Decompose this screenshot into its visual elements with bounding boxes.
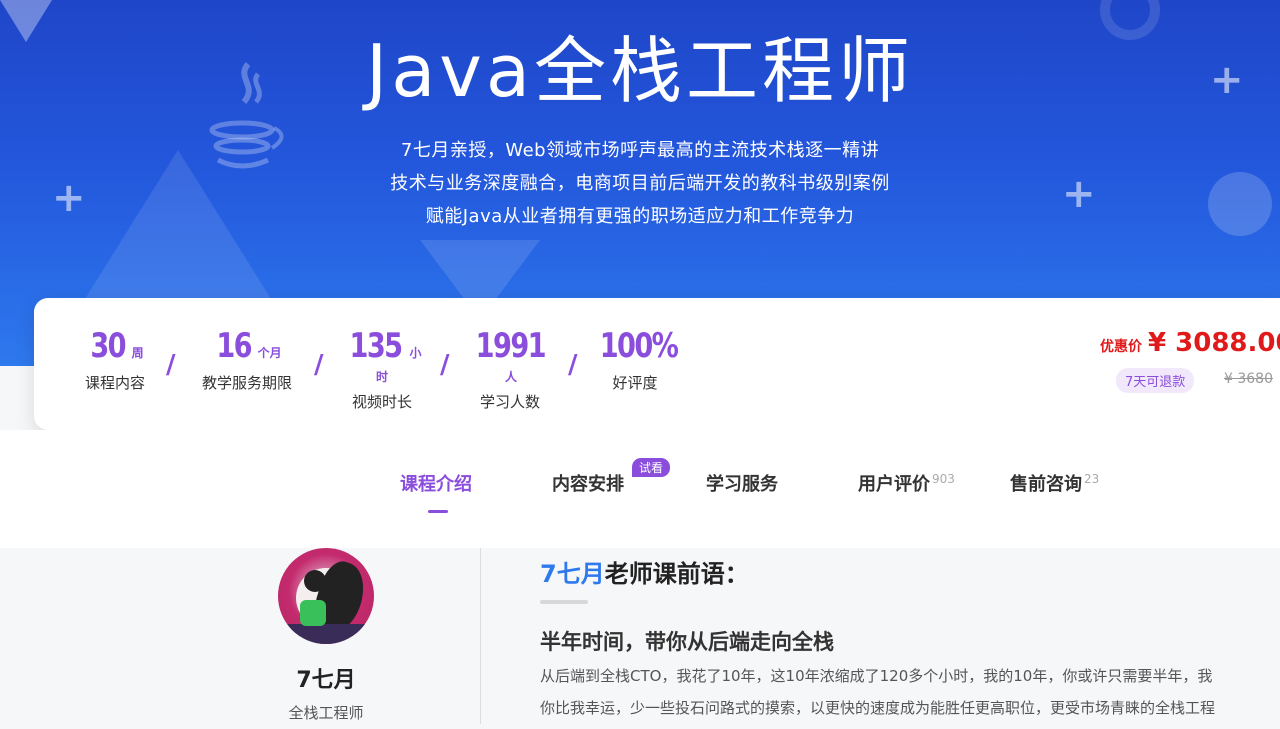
stat-label: 课程内容 — [84, 374, 145, 392]
tab-course-intro[interactable]: 课程介绍 — [400, 470, 472, 496]
stat-label: 学习人数 — [479, 393, 540, 411]
stat-value: 100% — [599, 326, 679, 366]
stat-separator: / — [440, 350, 450, 380]
preface-teacher-name: 7七月 — [540, 560, 605, 588]
consult-count: 23 — [1084, 472, 1100, 486]
tab-label: 售前咨询 — [1010, 474, 1082, 495]
course-intro-content: 7七月 全栈工程师 7七月老师课前语： 半年时间，带你从后端走向全栈 从后端到全… — [0, 548, 1280, 729]
preface-title-text: 老师课前语： — [604, 560, 749, 588]
stat-value: 1991 — [475, 326, 546, 366]
preface-title: 7七月老师课前语： — [540, 554, 749, 589]
stat-value: 30 — [90, 326, 127, 366]
current-price: ¥ 3088.00 — [1148, 328, 1280, 358]
refund-badge: 7天可退款 — [1116, 368, 1195, 393]
stat-separator: / — [568, 350, 578, 380]
section-heading: 半年时间，带你从后端走向全栈 — [540, 630, 834, 654]
title-underline — [540, 600, 588, 604]
stat-value: 135 — [348, 326, 403, 366]
stat-label: 教学服务期限 — [201, 374, 292, 392]
preface-paragraph: 从后端到全栈CTO，我花了10年，这10年浓缩成了120多个小时，我的10年，你… — [540, 660, 1280, 724]
teacher-name: 7七月 — [296, 668, 356, 693]
stat-separator: / — [166, 350, 176, 380]
stat-unit: 周 — [131, 346, 144, 360]
tab-label: 内容安排 — [552, 474, 624, 495]
price-label: 优惠价 — [1100, 339, 1142, 355]
stat-weeks: 30 周 课程内容 — [80, 326, 150, 393]
divider — [480, 548, 481, 724]
stat-rating: 100% 好评度 — [590, 326, 680, 393]
review-count: 903 — [932, 472, 955, 486]
active-tab-indicator — [428, 510, 448, 513]
description-line: 7七月亲授，Web领域市场呼声最高的主流技术栈逐一精讲 — [400, 140, 880, 161]
teacher-avatar — [278, 548, 374, 644]
tab-user-reviews[interactable]: 用户评价 903 — [858, 470, 955, 496]
tab-label: 课程介绍 — [400, 474, 472, 495]
tab-label: 学习服务 — [706, 474, 778, 495]
cup-icon — [300, 600, 326, 626]
paragraph-line: 你比我幸运，少一些投石问路式的摸索，以更快的速度成为能胜任更高职位，更受市场青睐… — [540, 699, 1216, 717]
stat-label: 好评度 — [612, 374, 658, 392]
stat-separator: / — [314, 350, 324, 380]
stat-service-months: 16 个月 教学服务期限 — [192, 326, 302, 393]
avatar-base — [278, 624, 374, 644]
course-description: 7七月亲授，Web领域市场呼声最高的主流技术栈逐一精讲 技术与业务深度融合，电商… — [0, 134, 1280, 233]
course-tabs: 课程介绍 内容安排 试看 学习服务 用户评价 903 售前咨询 23 — [0, 430, 1280, 548]
price-block: 优惠价 ¥ 3088.00 — [1100, 328, 1280, 358]
stat-unit: 人 — [504, 370, 517, 384]
tab-presale-consult[interactable]: 售前咨询 23 — [1010, 470, 1099, 496]
teacher-title: 全栈工程师 — [288, 704, 364, 722]
stat-label: 视频时长 — [351, 393, 412, 411]
stat-value: 16 — [216, 326, 253, 366]
trial-badge: 试看 — [632, 458, 671, 477]
tab-learning-service[interactable]: 学习服务 — [706, 470, 778, 496]
stat-video-hours: 135 小时 视频时长 — [340, 326, 424, 412]
stat-unit: 个月 — [257, 346, 282, 360]
tab-content-schedule[interactable]: 内容安排 — [552, 470, 624, 496]
tab-label: 用户评价 — [858, 474, 930, 495]
description-line: 技术与业务深度融合，电商项目前后端开发的教科书级别案例 — [390, 173, 890, 194]
course-title: Java全栈工程师 — [365, 29, 915, 113]
description-line: 赋能Java从业者拥有更强的职场适应力和工作竞争力 — [425, 206, 855, 227]
stat-learners: 1991 人 学习人数 — [466, 326, 554, 412]
course-stats-card: 30 周 课程内容 / 16 个月 教学服务期限 / 135 小时 视频时长 / 19… — [34, 298, 1280, 430]
original-price: ¥ 3680 — [1224, 371, 1273, 387]
paragraph-line: 从后端到全栈CTO，我花了10年，这10年浓缩成了120多个小时，我的10年，你… — [540, 667, 1213, 685]
